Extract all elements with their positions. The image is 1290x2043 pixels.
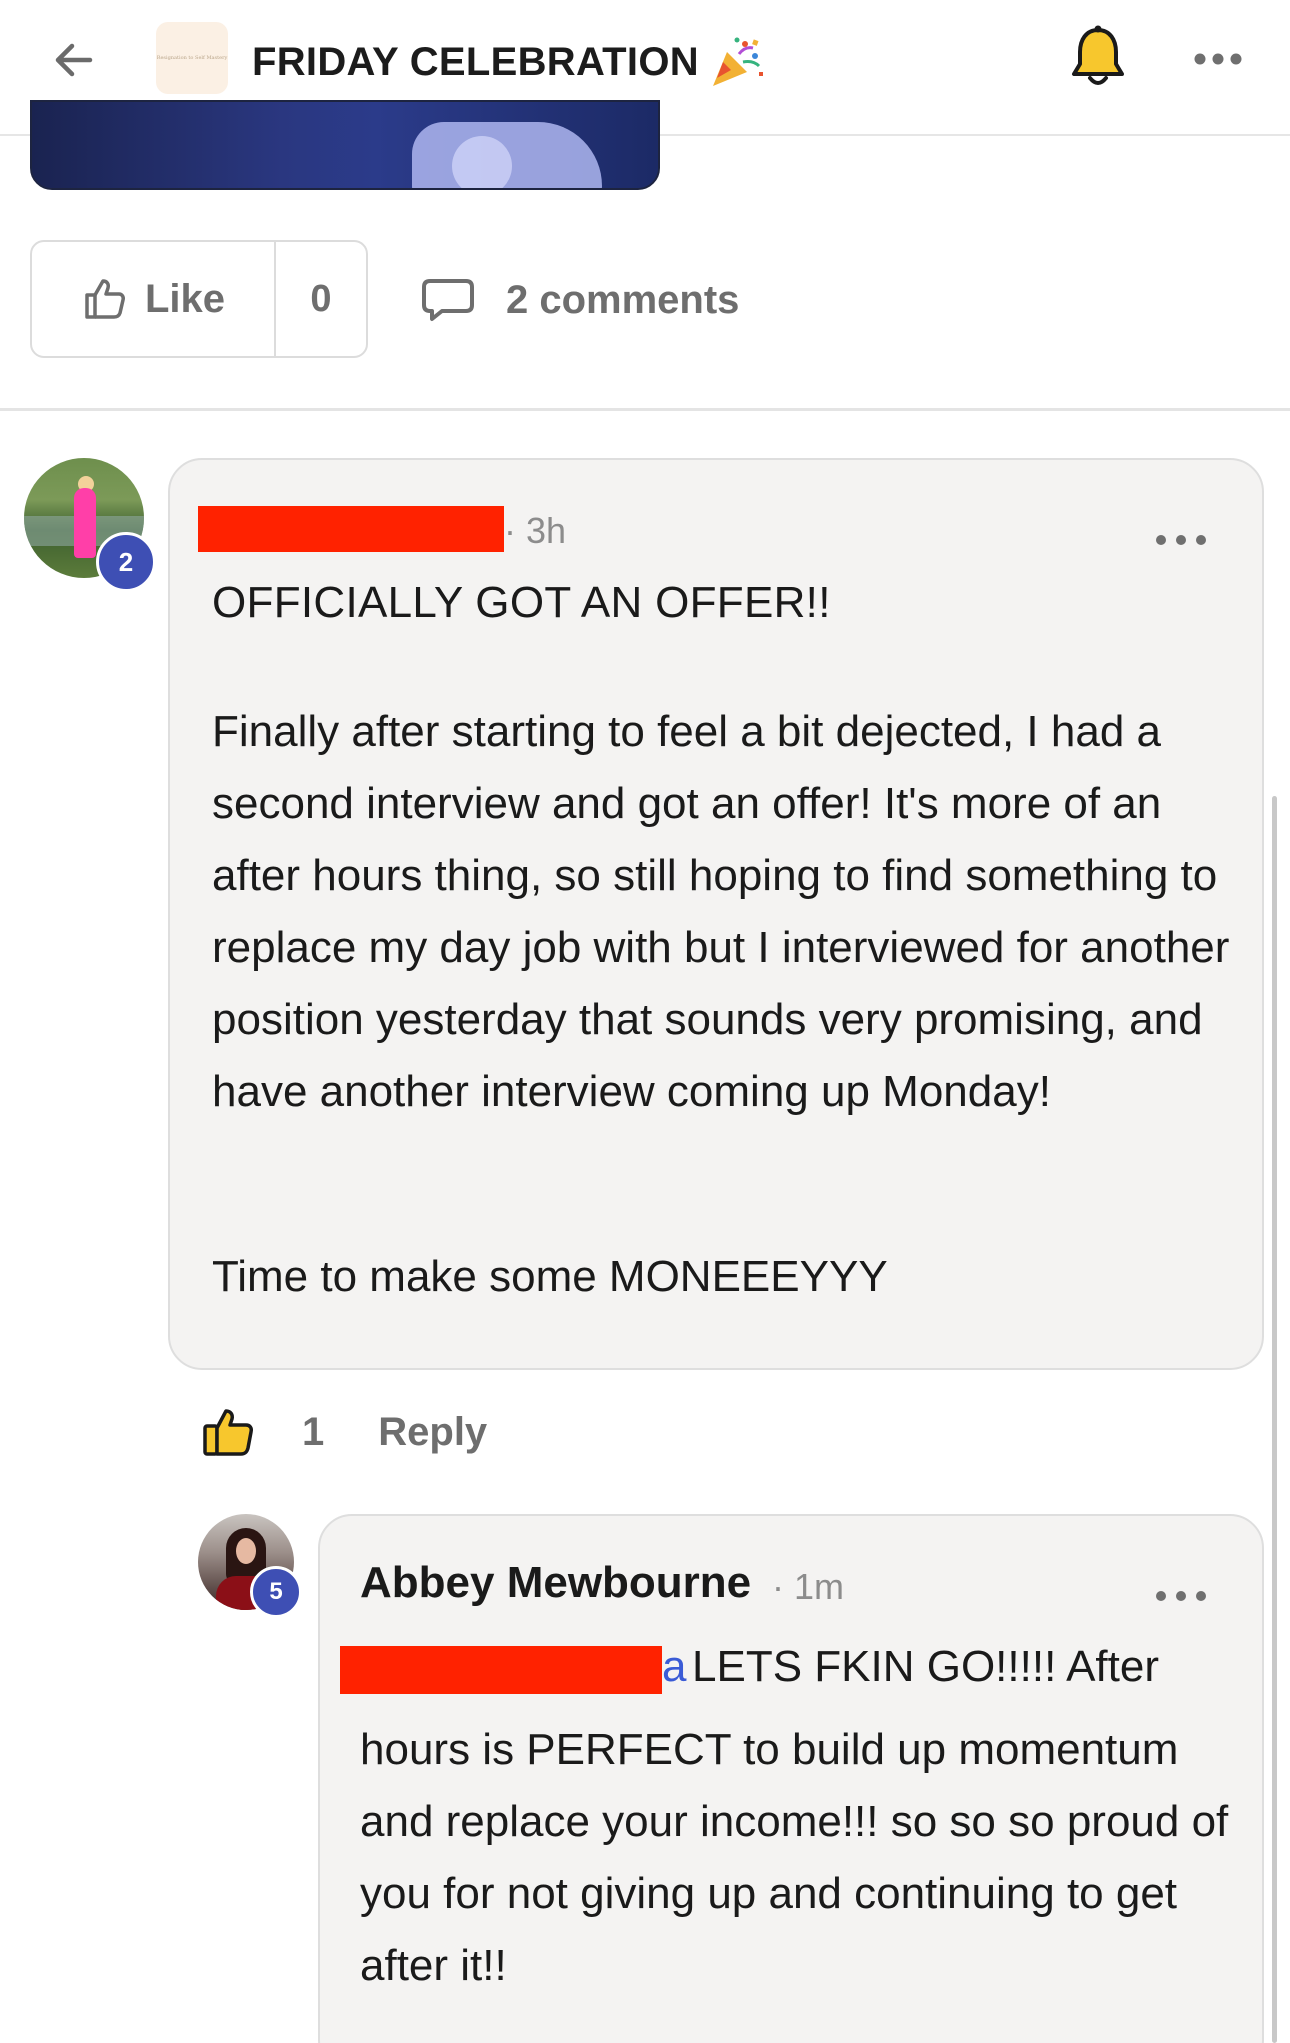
comment-more-icon[interactable] <box>1156 530 1206 550</box>
comment-author[interactable]: Abbey Mewbourne <box>360 1558 751 1608</box>
bell-icon[interactable] <box>1068 24 1128 90</box>
scrollbar[interactable] <box>1272 796 1277 2043</box>
comment-time: · 3h <box>504 510 567 551</box>
comment-card: · 3h OFFICIALLY GOT AN OFFER!! Finally a… <box>168 458 1264 1370</box>
like-control: Like 0 <box>30 240 368 358</box>
thumbs-up-outline-icon <box>85 279 125 319</box>
comment-title: OFFICIALLY GOT AN OFFER!! <box>212 578 831 627</box>
group-logo-text: Resignation to Self Mastery <box>156 54 228 61</box>
comments-count-label: 2 comments <box>506 277 740 322</box>
level-badge: 2 <box>96 532 156 592</box>
page-title: FRIDAY CELEBRATION <box>252 34 765 90</box>
post-image-highlight-small <box>452 136 512 188</box>
comment-closing: Time to make some MONEEEYYY <box>212 1252 888 1301</box>
like-button[interactable]: Like <box>32 242 276 356</box>
section-divider <box>0 408 1290 411</box>
group-logo[interactable]: Resignation to Self Mastery <box>156 22 228 94</box>
level-badge: 5 <box>250 1566 302 1618</box>
party-popper-icon <box>709 34 765 90</box>
comment-more-icon[interactable] <box>1156 1586 1206 1606</box>
post-image[interactable] <box>30 100 660 190</box>
reaction-count[interactable]: 1 <box>302 1410 324 1455</box>
comment-first-line: LETS FKIN GO!!!!! After <box>692 1642 1160 1691</box>
comment-time: · 1m <box>772 1566 845 1607</box>
comment-actions: 1 Reply <box>202 1400 487 1464</box>
comment-body: hours is PERFECT to build up momentum an… <box>360 1725 1229 1990</box>
like-count[interactable]: 0 <box>276 242 366 356</box>
redacted-mention <box>340 1646 662 1694</box>
mention-link[interactable]: a <box>662 1642 686 1692</box>
back-arrow-icon[interactable] <box>44 30 104 90</box>
comment-bubble-icon <box>422 279 474 321</box>
like-label: Like <box>144 276 226 321</box>
redacted-author-name <box>198 506 504 552</box>
more-options-icon[interactable] <box>1188 44 1248 74</box>
page-title-text: FRIDAY CELEBRATION <box>252 39 699 84</box>
comment-body: Finally after starting to feel a bit dej… <box>212 707 1230 1116</box>
reply-button[interactable]: Reply <box>378 1410 487 1455</box>
thumbs-up-filled-icon[interactable] <box>202 1406 256 1458</box>
comments-button[interactable]: 2 comments <box>420 268 739 332</box>
reply-card: Abbey Mewbourne · 1m a LETS FKIN GO!!!!!… <box>318 1514 1264 2043</box>
